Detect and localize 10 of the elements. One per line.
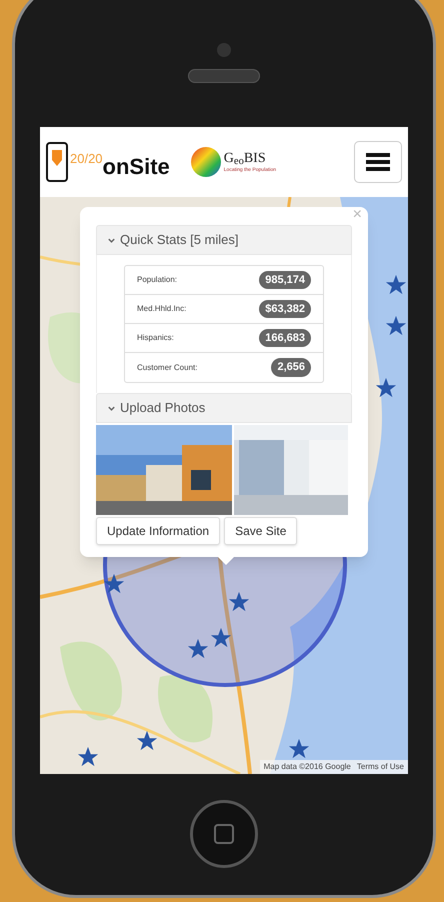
menu-button[interactable] — [354, 141, 402, 183]
speaker-grille — [188, 69, 260, 83]
menu-icon — [366, 152, 390, 172]
camera-icon — [217, 43, 231, 57]
globe-icon — [190, 146, 222, 178]
phone-logo-icon — [46, 142, 68, 182]
brand-name: onSite — [102, 152, 170, 180]
brand-mark: 20/20 — [70, 150, 103, 168]
home-square-icon — [214, 824, 234, 844]
partner-logo-text: G$_{eo}$BIS — [224, 152, 266, 166]
